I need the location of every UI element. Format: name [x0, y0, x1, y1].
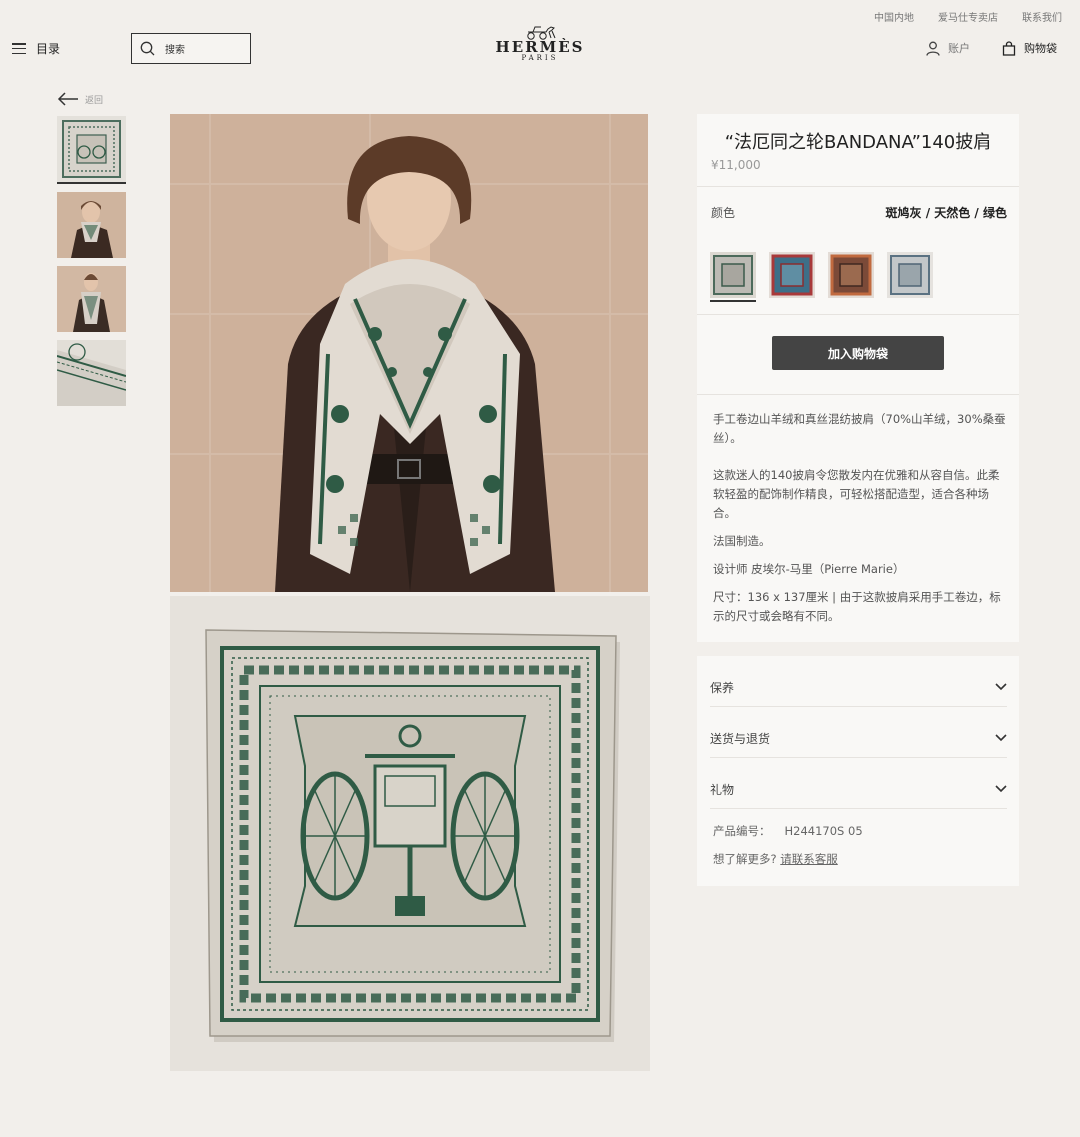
product-code-row: 产品编号： H244170S 05 [713, 823, 1019, 839]
accordion-shipping[interactable]: 送货与退货 [710, 707, 1007, 758]
accordion-label: 礼物 [710, 782, 735, 797]
region-link[interactable]: 中国内地 [874, 9, 914, 24]
brand-logo[interactable]: HERMÈS PARIS [490, 24, 590, 62]
bag-button[interactable]: 购物袋 [1002, 40, 1057, 56]
chevron-down-icon [995, 683, 1007, 691]
description-material: 手工卷边山羊绒和真丝混纺披肩（70%山羊绒，30%桑蚕丝）。 [713, 412, 1006, 445]
color-value: 斑鸠灰 / 天然色 / 绿色 [885, 206, 1007, 220]
description-designer: 设计师 皮埃尔-马里（Pierre Marie） [713, 562, 905, 576]
thumbnail-scarf-flat[interactable] [57, 116, 126, 184]
color-label: 颜色 [711, 206, 736, 220]
divider [697, 394, 1019, 395]
product-price: ¥11,000 [711, 158, 761, 172]
brand-name: HERMÈS [495, 38, 585, 56]
thumbnail-model-front[interactable] [57, 192, 126, 258]
contact-service-link[interactable]: 请联系客服 [780, 852, 838, 866]
accordion-care[interactable]: 保养 [710, 656, 1007, 707]
product-code-value: H244170S 05 [784, 824, 863, 838]
accordion-label: 保养 [710, 680, 735, 695]
shopping-bag-icon [1002, 40, 1016, 56]
search-input[interactable]: 搜索 [131, 33, 251, 64]
contact-row: 想了解更多? 请联系客服 [713, 851, 1019, 867]
swatch-grey-green[interactable] [710, 252, 756, 302]
product-image-model[interactable] [170, 114, 648, 592]
hamburger-icon [12, 43, 26, 54]
thumbnail-scarf-detail[interactable] [57, 340, 126, 406]
add-to-bag-button[interactable]: 加入购物袋 [772, 336, 944, 370]
user-icon [926, 41, 940, 56]
color-swatches [710, 252, 933, 302]
more-info-label: 想了解更多? [713, 852, 777, 866]
stores-link[interactable]: 爱马仕专卖店 [938, 9, 998, 24]
back-link[interactable]: 返回 [57, 92, 103, 106]
accordion-gift[interactable]: 礼物 [710, 758, 1007, 809]
menu-label: 目录 [36, 42, 61, 56]
search-placeholder: 搜索 [165, 45, 185, 56]
description-text: 这款迷人的140披肩令您散发内在优雅和从容自信。此柔软轻盈的配饰制作精良，可轻松… [713, 468, 1000, 520]
accordion-label: 送货与退货 [710, 731, 771, 746]
product-description: 手工卷边山羊绒和真丝混纺披肩（70%山羊绒，30%桑蚕丝）。 这款迷人的140披… [713, 410, 1007, 635]
description-origin: 法国制造。 [713, 534, 771, 548]
bag-label: 购物袋 [1024, 42, 1057, 55]
chevron-down-icon [995, 785, 1007, 793]
arrow-left-icon [57, 92, 78, 106]
account-button[interactable]: 账户 [926, 40, 970, 56]
description-size: 尺寸：136 x 137厘米 | 由于这款披肩采用手工卷边，标示的尺寸或会略有不… [713, 590, 1001, 623]
swatch-silver-blue[interactable] [887, 252, 933, 302]
back-label: 返回 [85, 95, 104, 106]
chevron-down-icon [995, 734, 1007, 742]
menu-button[interactable]: 目录 [12, 40, 60, 57]
product-details-panel: 保养 送货与退货 礼物 产品编号： H244170S 05 想了解更多? 请联系客… [697, 656, 1019, 886]
product-title: “法厄同之轮BANDANA”140披肩 [724, 132, 992, 153]
utility-links: 中国内地 爱马仕专卖店 联系我们 [874, 9, 1062, 24]
color-row: 颜色 斑鸠灰 / 天然色 / 绿色 [711, 204, 1007, 221]
thumbnail-list [57, 116, 126, 414]
account-label: 账户 [948, 42, 970, 55]
swatch-blue-red[interactable] [769, 252, 815, 302]
swatch-brown[interactable] [828, 252, 874, 302]
search-icon [140, 41, 155, 56]
product-code-label: 产品编号： [713, 824, 771, 838]
divider [697, 186, 1019, 187]
thumbnail-model-wide[interactable] [57, 266, 126, 332]
product-image-scarf[interactable] [170, 596, 650, 1071]
divider [697, 314, 1019, 315]
product-info-panel: “法厄同之轮BANDANA”140披肩 ¥11,000 颜色 斑鸠灰 / 天然色… [697, 114, 1019, 642]
contact-link[interactable]: 联系我们 [1022, 9, 1062, 24]
